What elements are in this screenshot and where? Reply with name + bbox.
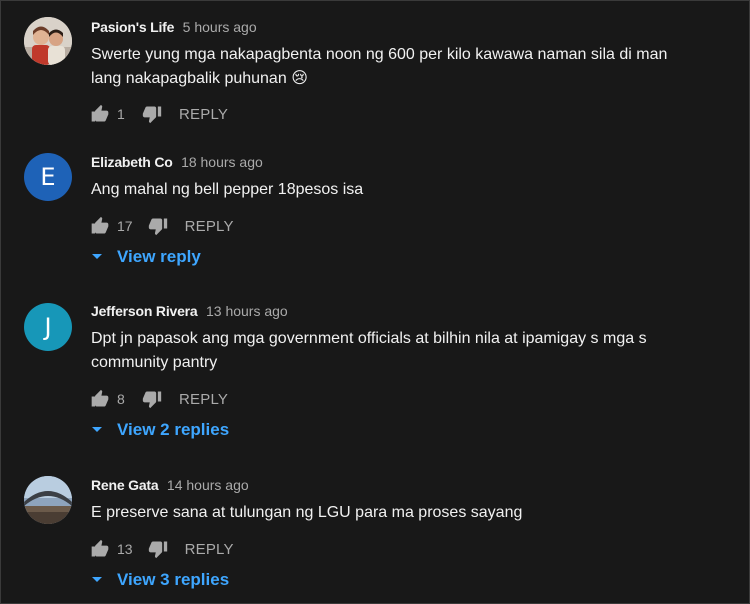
view-replies-button[interactable]: View 2 replies bbox=[89, 420, 229, 440]
avatar[interactable]: E bbox=[24, 153, 72, 201]
comment-author[interactable]: Elizabeth Co bbox=[91, 154, 173, 170]
chevron-down-icon bbox=[89, 572, 105, 588]
avatar-letter: E bbox=[40, 163, 56, 191]
profile-photo-icon bbox=[24, 476, 72, 524]
dislike-icon[interactable] bbox=[147, 215, 169, 237]
comment-text: E preserve sana at tulungan ng LGU para … bbox=[91, 504, 523, 521]
comment-timestamp[interactable]: 13 hours ago bbox=[206, 303, 288, 319]
avatar[interactable]: J bbox=[24, 303, 72, 351]
like-count: 13 bbox=[117, 541, 133, 557]
dislike-icon[interactable] bbox=[141, 103, 163, 125]
like-count: 8 bbox=[117, 391, 125, 407]
like-icon[interactable] bbox=[89, 538, 111, 560]
crying-face-emoji: 😢 bbox=[291, 70, 308, 87]
like-count: 17 bbox=[117, 218, 133, 234]
comment-author[interactable]: Pasion's Life bbox=[91, 19, 174, 35]
comment-author[interactable]: Rene Gata bbox=[91, 477, 159, 493]
reply-button[interactable]: REPLY bbox=[179, 106, 228, 123]
comment-timestamp[interactable]: 14 hours ago bbox=[167, 477, 249, 493]
like-icon[interactable] bbox=[89, 103, 111, 125]
reply-button[interactable]: REPLY bbox=[179, 391, 228, 408]
like-count: 1 bbox=[117, 106, 125, 122]
chevron-down-icon bbox=[89, 422, 105, 438]
comments-panel: Pasion's Life 5 hours ago Swerte yung mg… bbox=[0, 0, 750, 604]
comment-timestamp[interactable]: 18 hours ago bbox=[181, 154, 263, 170]
comment-text: Ang mahal ng bell pepper 18pesos isa bbox=[91, 181, 364, 198]
avatar[interactable] bbox=[24, 476, 72, 524]
comment-text-body: Swerte yung mga nakapagbenta noon ng 600… bbox=[91, 46, 668, 87]
avatar[interactable] bbox=[24, 17, 72, 65]
dislike-icon[interactable] bbox=[141, 388, 163, 410]
like-icon[interactable] bbox=[89, 388, 111, 410]
like-icon[interactable] bbox=[89, 215, 111, 237]
reply-button[interactable]: REPLY bbox=[185, 218, 234, 235]
view-replies-label: View reply bbox=[117, 247, 201, 266]
comment-text: Dpt jn papasok ang mga government offici… bbox=[91, 330, 647, 371]
dislike-icon[interactable] bbox=[147, 538, 169, 560]
view-replies-button[interactable]: View 3 replies bbox=[89, 570, 229, 590]
profile-photo-icon bbox=[24, 17, 72, 65]
chevron-down-icon bbox=[89, 249, 105, 265]
comment-text: Swerte yung mga nakapagbenta noon ng 600… bbox=[91, 43, 701, 91]
avatar-letter: J bbox=[44, 313, 52, 341]
view-replies-button[interactable]: View reply bbox=[89, 247, 201, 267]
view-replies-label: View 2 replies bbox=[117, 420, 230, 439]
comment-author[interactable]: Jefferson Rivera bbox=[91, 303, 198, 319]
view-replies-label: View 3 replies bbox=[117, 570, 230, 589]
reply-button[interactable]: REPLY bbox=[185, 541, 234, 558]
comment-timestamp[interactable]: 5 hours ago bbox=[183, 19, 257, 35]
